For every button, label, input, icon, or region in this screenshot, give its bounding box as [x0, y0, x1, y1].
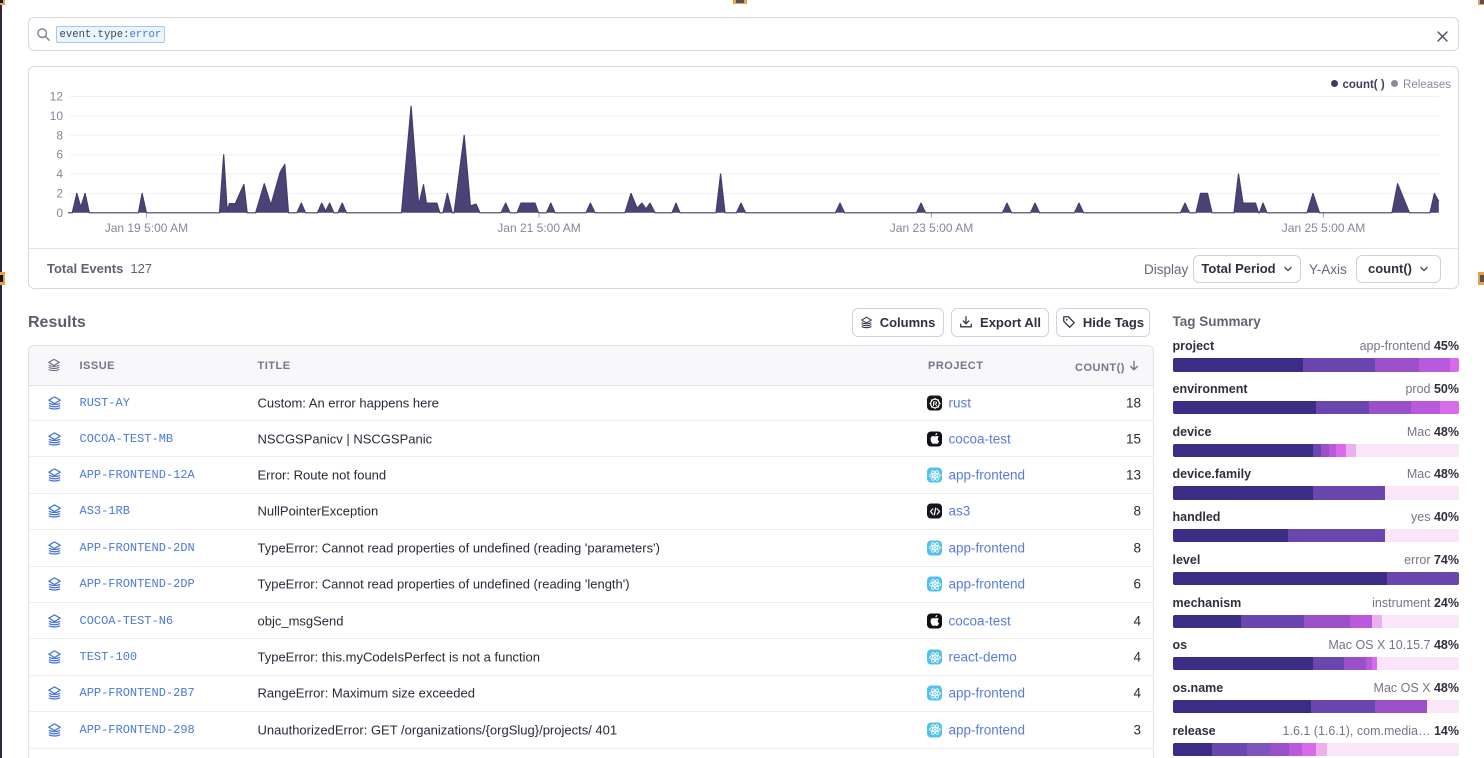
svg-text:0: 0 — [56, 206, 63, 220]
svg-text:8: 8 — [56, 128, 63, 142]
svg-text:Jan 19 5:00 AM: Jan 19 5:00 AM — [105, 221, 188, 235]
svg-text:2: 2 — [56, 186, 63, 200]
svg-text:Jan 23 5:00 AM: Jan 23 5:00 AM — [890, 221, 973, 235]
svg-text:4: 4 — [56, 167, 63, 181]
svg-text:Jan 21 5:00 AM: Jan 21 5:00 AM — [497, 221, 580, 235]
svg-text:10: 10 — [50, 109, 64, 123]
svg-text:6: 6 — [56, 148, 63, 162]
svg-text:R: R — [932, 400, 937, 407]
svg-text:12: 12 — [50, 90, 64, 104]
